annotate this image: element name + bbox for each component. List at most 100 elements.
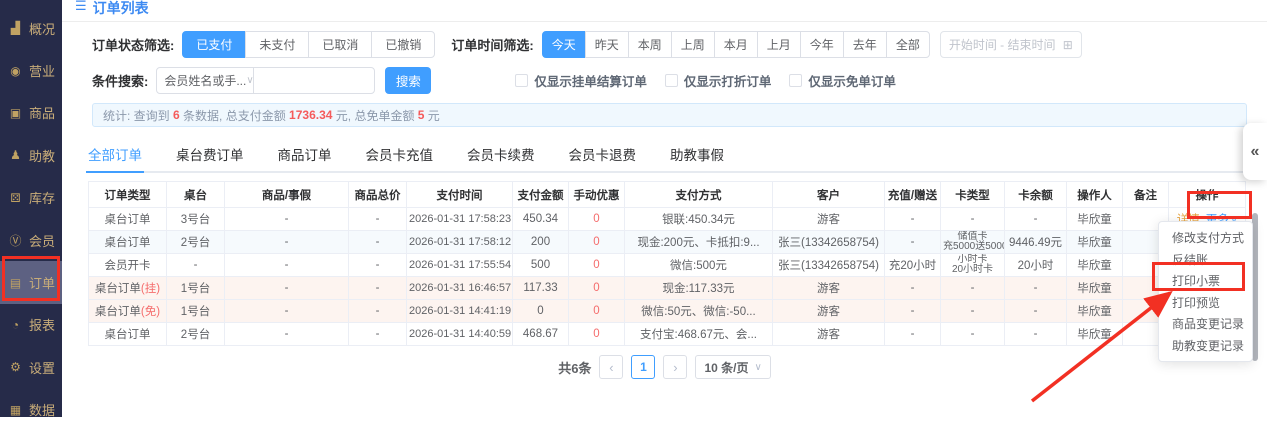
page-size-select[interactable]: 10 条/页 ∨ [695,355,771,379]
sidebar-item-report[interactable]: ◔ 报表 [0,304,62,346]
cell-recharge: - [884,299,941,323]
filter-checkbox-only-pending-settle[interactable]: 仅显示挂单结算订单 [515,71,647,90]
time-filter-all[interactable]: 全部 [885,31,930,58]
time-filter-yesterday[interactable]: 昨天 [584,31,629,58]
menu-item-goods-change-log[interactable]: 商品变更记录 [1159,314,1252,336]
cell-pay_amount: 450.34 [512,207,569,231]
time-filter-this-year[interactable]: 今年 [799,31,844,58]
prev-page-button[interactable]: ‹ [599,355,624,379]
cell-goods: - [224,253,349,277]
checkbox-icon[interactable] [664,74,678,87]
cell-operator: 毕欣童 [1066,207,1123,231]
page-number-button[interactable]: 1 [631,355,656,379]
sidebar-item-label: 报表 [29,318,56,334]
cell-manual_discount: 0 [568,276,625,300]
stats-text: 统计: 查询到 [103,108,174,123]
col-header-pay_amount: 支付金额 [512,181,569,208]
cell-pay_amount: 0 [512,299,569,323]
table-row: 桌台订单 3号台 - -2026-01-31 17:58:23 450.34 0 银联:45… [88,207,1246,231]
table-row: 桌台订单(免) 1号台 - -2026-01-31 14:41:19 0 0 微信:50元、… [88,299,1246,323]
cell-pay_amount: 200 [512,230,569,254]
calendar-icon: ⊞ [1062,37,1073,52]
cell-table_no: 2号台 [166,322,225,346]
sidebar-item-label: 助教 [29,148,56,164]
tab-all-orders[interactable]: 全部订单 [86,136,144,173]
time-filter-this-month[interactable]: 本月 [713,31,758,58]
cell-type: 会员开卡 [88,253,167,277]
tab-goods-orders[interactable]: 商品订单 [276,136,334,171]
sidebar-item-icon: ⚄ [10,190,21,205]
menu-item-print-preview[interactable]: 打印预览 [1159,293,1252,315]
time-filter-group: 今天 昨天 本周 上周 本月 上月 今年 去年 全部 [541,31,930,58]
cell-customer: 游客 [772,207,885,231]
col-header-recharge: 充值/赠送 [884,181,941,208]
tab-card-refund[interactable]: 会员卡退费 [567,136,639,171]
checkbox-icon[interactable] [789,74,803,87]
col-header-card_balance: 卡余额 [1004,181,1067,208]
cell-card_type: 小时卡 20小时卡 [940,253,1005,277]
sidebar-item-overview[interactable]: ▟ 概况 [0,7,62,49]
cell-goods: - [224,230,349,254]
checkbox-icon[interactable] [515,74,529,87]
cell-pay_time: 2026-01-31 14:40:59 [406,322,513,346]
sidebar-item-settings[interactable]: ⚙ 设置 [0,346,62,388]
status-filter-cancelled[interactable]: 已取消 [308,31,373,58]
sidebar-item-label: 库存 [29,191,56,207]
sidebar-item-data[interactable]: ▦ 数据 [0,389,62,431]
status-filter-paid[interactable]: 已支付 [182,31,247,58]
next-page-button[interactable]: › [663,355,688,379]
cell-goods: - [224,322,349,346]
menu-item-reverse-settle[interactable]: 反结账 [1159,250,1252,272]
filter-row-1: 订单状态筛选: 已支付 未支付 已取消 已撤销 订单时间筛选: 今天 昨天 本周… [92,31,1267,58]
date-range-picker[interactable]: 开始时间 - 结束时间 ⊞ [939,31,1082,58]
status-filter-unpaid[interactable]: 未支付 [245,31,310,58]
time-filter-last-month[interactable]: 上月 [756,31,801,58]
search-button[interactable]: 搜索 [385,67,432,94]
cell-goods_total: - [348,322,407,346]
cell-pay_method: 支付宝:468.67元、会... [624,322,773,346]
tab-table-fee[interactable]: 桌台费订单 [174,136,246,171]
cell-table_no: 3号台 [166,207,225,231]
col-header-operator: 操作人 [1066,181,1123,208]
tab-assistant-leave[interactable]: 助教事假 [668,136,726,171]
menu-item-print-receipt[interactable]: 打印小票 [1159,271,1252,293]
status-filter-revoked[interactable]: 已撤销 [371,31,436,58]
cell-card_balance: 20小时 [1004,253,1067,277]
search-field-select[interactable]: 会员姓名或手... ∨ [156,67,255,94]
sidebar-item-order[interactable]: ▤ 订单 [0,261,62,304]
menu-item-modify-payment[interactable]: 修改支付方式 [1159,228,1252,250]
sidebar-item-business[interactable]: ◉ 营业 [0,49,62,91]
sidebar-item-icon: Ⓥ [9,233,22,248]
time-filter-today[interactable]: 今天 [541,31,586,58]
tab-card-renew[interactable]: 会员卡续费 [465,136,537,171]
time-filter-last-week[interactable]: 上周 [670,31,715,58]
sidebar-item-member[interactable]: Ⓥ 会员 [0,219,62,261]
sidebar-item-assistant[interactable]: ♟ 助教 [0,134,62,176]
cell-type: 桌台订单 [88,230,167,254]
cell-card_type: - [940,299,1005,323]
stats-free-amount: 5 [417,108,425,122]
cell-pay_method: 银联:450.34元 [624,207,773,231]
sidebar-item-goods[interactable]: ▣ 商品 [0,92,62,134]
cell-recharge: - [884,230,941,254]
cell-card_balance: 9446.49元 [1004,230,1067,254]
page-size-value: 10 条/页 [704,360,749,375]
cell-pay_time: 2026-01-31 17:55:54 [406,253,513,277]
tab-card-recharge[interactable]: 会员卡充值 [364,136,436,171]
cell-manual_discount: 0 [568,253,625,277]
filter-checkbox-only-free[interactable]: 仅显示免单订单 [789,71,896,90]
sidebar-item-inventory[interactable]: ⚄ 库存 [0,177,62,219]
orders-table: 订单类型 桌台 商品/事假 商品总价 支付时间 支付金额 手动优惠 支付方式 客户 充值/赠送 卡类… [88,181,1246,346]
collapse-panel-handle[interactable]: « [1243,123,1267,180]
sidebar-item-label: 商品 [29,106,56,122]
main-content: ☰ 订单列表 订单状态筛选: 已支付 未支付 已取消 已撤销 订单时间筛选: 今… [62,0,1267,417]
cell-recharge: - [884,276,941,300]
menu-item-assistant-change-log[interactable]: 助教变更记录 [1159,336,1252,358]
search-input[interactable] [253,67,376,94]
cell-recharge: - [884,322,941,346]
time-filter-this-week[interactable]: 本周 [627,31,672,58]
time-filter-last-year[interactable]: 去年 [842,31,887,58]
cell-goods: - [224,276,349,300]
sidebar-item-icon: ◉ [10,63,21,78]
filter-checkbox-only-discount[interactable]: 仅显示打折订单 [664,71,771,90]
